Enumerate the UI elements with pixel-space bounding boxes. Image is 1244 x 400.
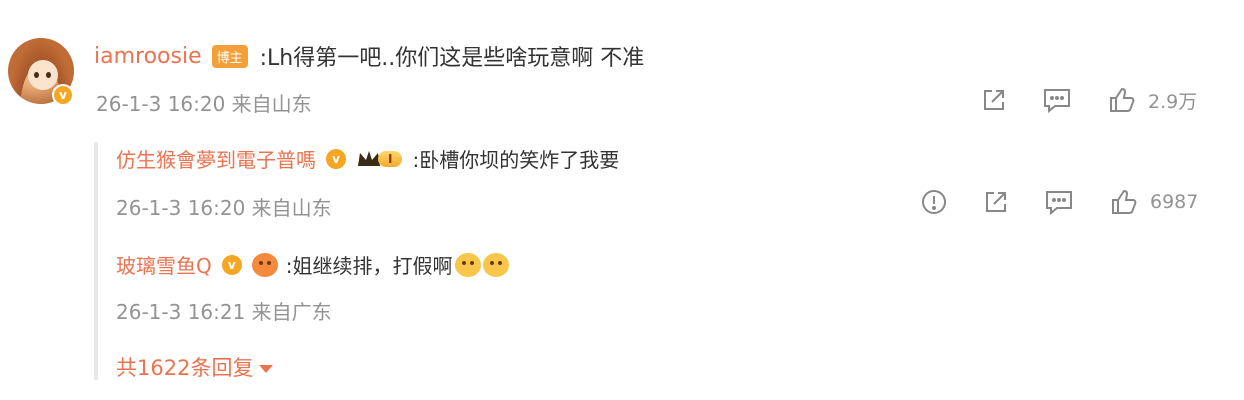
comment-icon	[1046, 191, 1072, 216]
reply-meta: 26-1-3 16:21 来自广东	[116, 300, 332, 324]
comment-meta: 26-1-3 16:20 来自山东	[96, 92, 312, 116]
verified-badge-icon: v	[326, 148, 346, 169]
like-count: 6987	[1150, 191, 1199, 213]
report-icon	[922, 190, 946, 214]
reply-line: 仿生猴會夢到電子普嗎 v I :卧槽你坝的笑炸了我要	[116, 144, 619, 173]
avatar-face	[28, 60, 58, 90]
comment-button[interactable]	[1042, 86, 1072, 114]
comment-button[interactable]	[1044, 188, 1074, 216]
fan-badge-icon	[251, 252, 278, 277]
chevron-down-icon	[259, 365, 274, 373]
level-badge: I	[356, 148, 403, 170]
verified-badge-icon: v	[52, 84, 74, 106]
reply-text: :姐继续排，打假啊	[285, 254, 453, 278]
reply-username[interactable]: 玻璃雪鱼Q	[116, 250, 212, 279]
reply-meta: 26-1-3 16:20 来自山东	[116, 196, 332, 220]
doge-emoji-icon	[454, 252, 481, 277]
author-tag: 博主	[211, 44, 248, 68]
share-button[interactable]	[980, 86, 1008, 114]
like-count: 2.9万	[1148, 90, 1198, 113]
avatar-eye	[46, 72, 51, 78]
like-button[interactable]	[1108, 86, 1136, 114]
more-replies-link[interactable]: 共1622条回复	[116, 352, 274, 382]
comment-icon	[1044, 89, 1070, 114]
reply-divider	[94, 142, 98, 380]
comment-username[interactable]: iamroosie	[94, 44, 202, 69]
comment-text: :Lh得第一吧..你们这是些啥玩意啊 不准	[259, 46, 645, 71]
like-icon	[1112, 189, 1137, 214]
more-replies-label: 共1622条回复	[116, 356, 254, 380]
reply-text: :卧槽你坝的笑炸了我要	[412, 148, 620, 172]
reply-line: 玻璃雪鱼Q v :姐继续排，打假啊	[116, 250, 509, 279]
comment-line: iamroosie 博主 :Lh得第一吧..你们这是些啥玩意啊 不准	[94, 40, 644, 72]
reply-username[interactable]: 仿生猴會夢到電子普嗎	[116, 144, 316, 173]
like-button[interactable]	[1110, 188, 1138, 216]
avatar-eye	[34, 72, 39, 78]
like-icon	[1110, 87, 1135, 112]
report-button[interactable]	[920, 188, 948, 216]
comment-actions: 2.9万	[980, 86, 1197, 114]
reply-actions: 6987	[920, 188, 1198, 216]
share-icon	[984, 90, 1004, 110]
doge-emoji-icon	[482, 252, 509, 277]
verified-badge-icon: v	[221, 254, 242, 275]
share-icon	[986, 192, 1006, 212]
share-button[interactable]	[982, 188, 1010, 216]
